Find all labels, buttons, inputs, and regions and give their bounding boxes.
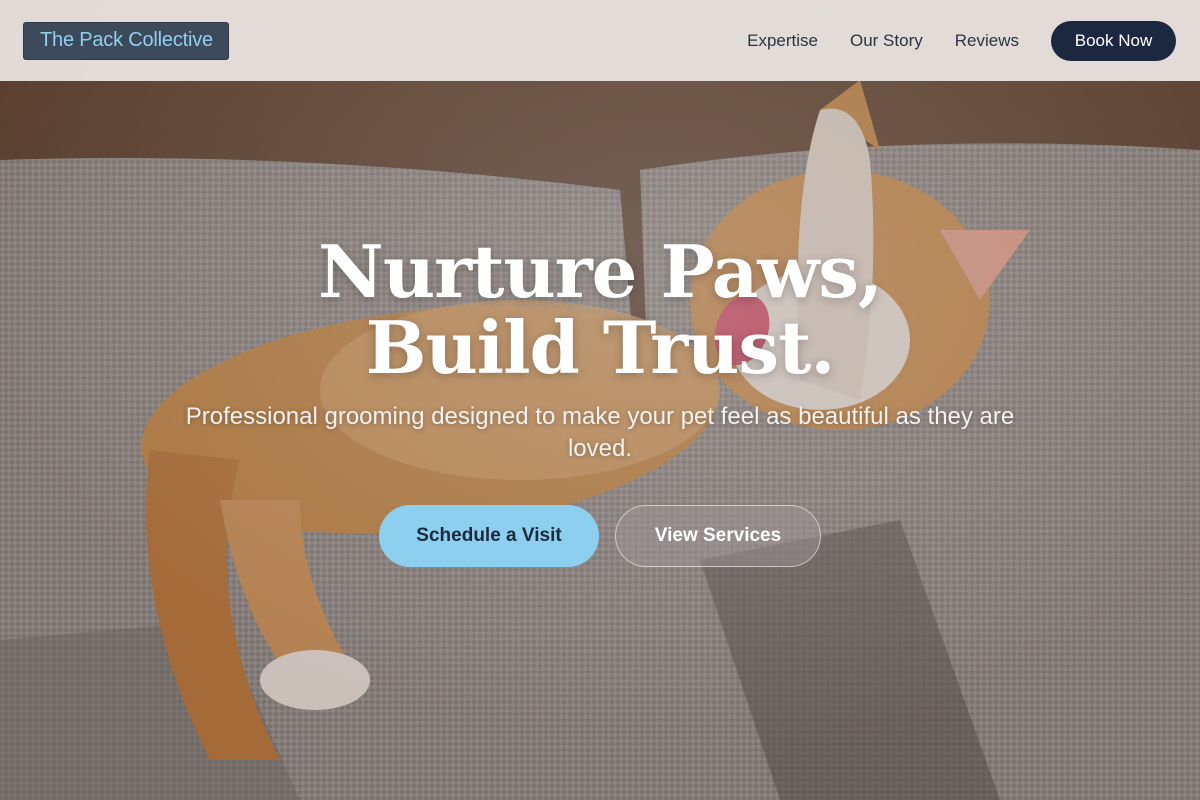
hero-background-image [0, 0, 1200, 800]
hero-overlay [0, 0, 1200, 800]
brand-logo[interactable]: The Pack Collective [24, 22, 228, 59]
hero-cta-group: Schedule a Visit View Services [379, 505, 821, 567]
nav-link-expertise[interactable]: Expertise [747, 31, 818, 51]
schedule-visit-button[interactable]: Schedule a Visit [379, 505, 599, 567]
site-header: The Pack Collective Expertise Our Story … [0, 0, 1200, 81]
main-nav: Expertise Our Story Reviews Book Now [747, 20, 1176, 61]
hero-subtitle: Professional grooming designed to make y… [185, 403, 1015, 462]
nav-link-our-story[interactable]: Our Story [850, 31, 923, 51]
nav-link-reviews[interactable]: Reviews [955, 31, 1019, 51]
view-services-button[interactable]: View Services [615, 505, 821, 567]
hero-title: Nurture Paws, Build Trust. [318, 229, 883, 390]
book-now-button[interactable]: Book Now [1051, 20, 1176, 61]
